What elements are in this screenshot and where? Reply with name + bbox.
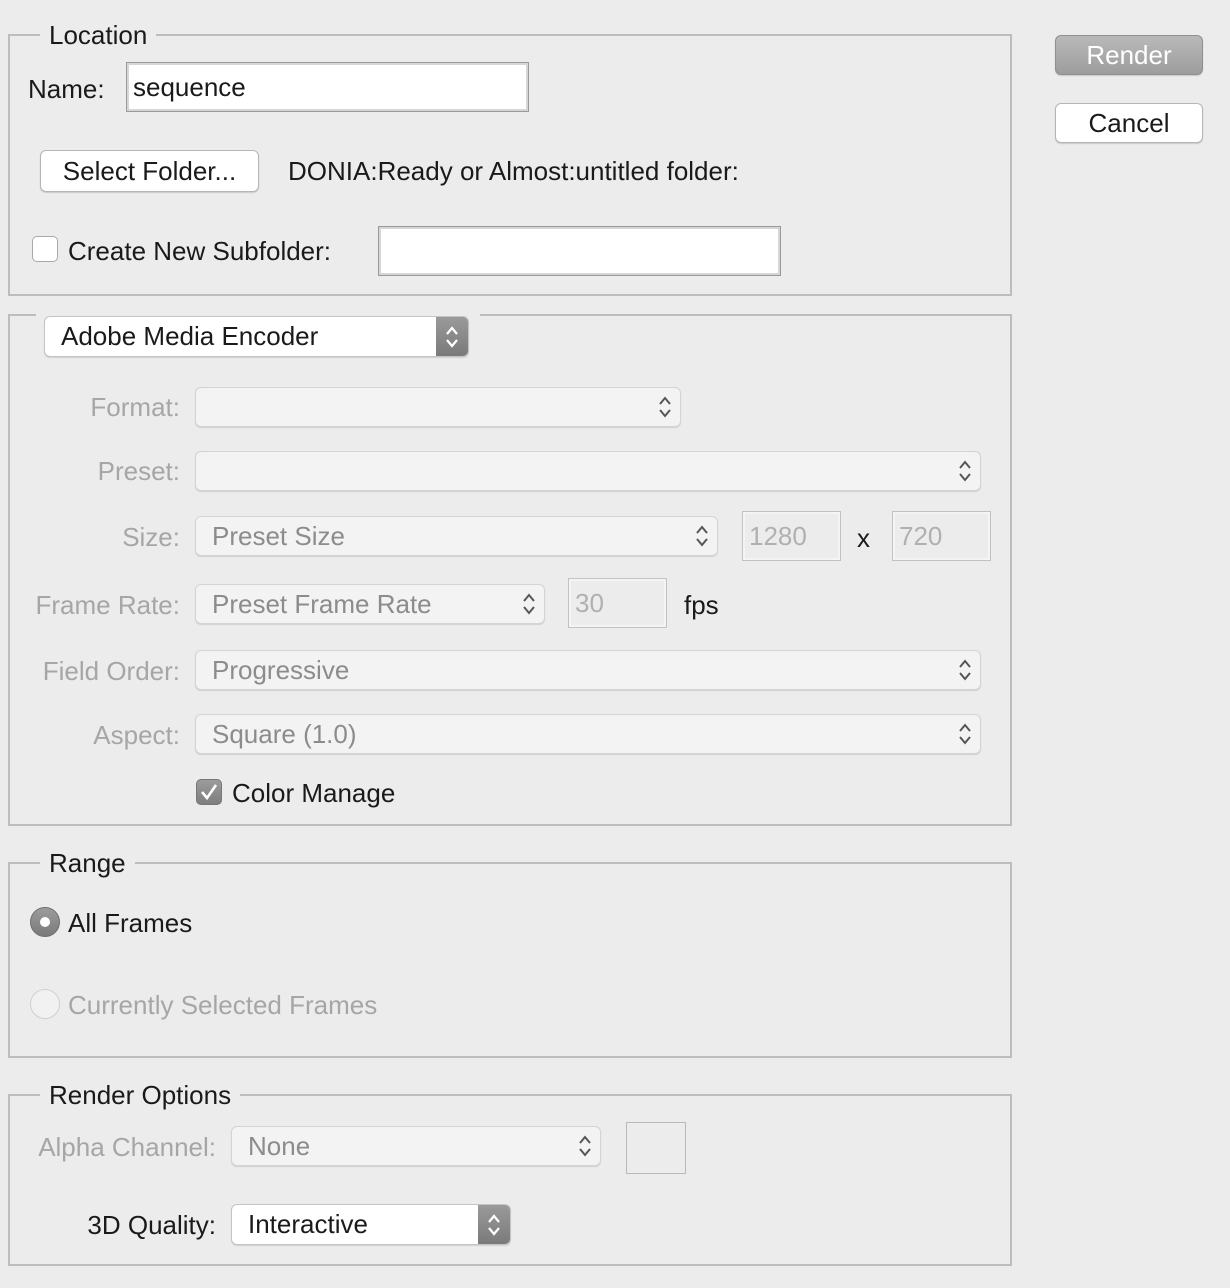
height-input-placeholder: 720 [899, 520, 943, 551]
width-input[interactable]: 1280 [742, 511, 841, 561]
cancel-button[interactable]: Cancel [1055, 103, 1203, 143]
updown-chevron-icon [950, 651, 980, 689]
selected-frames-radio[interactable] [30, 989, 60, 1019]
size-label: Size: [122, 522, 180, 552]
select-folder-label: Select Folder... [62, 155, 237, 186]
alpha-channel-select[interactable]: None [231, 1126, 601, 1166]
updown-chevron-icon [514, 585, 544, 623]
field-order-label: Field Order: [42, 656, 180, 686]
format-select[interactable] [195, 387, 681, 427]
create-subfolder-label: Create New Subfolder: [68, 236, 332, 266]
all-frames-radio[interactable] [30, 907, 60, 937]
range-group [8, 862, 1012, 1058]
fps-input[interactable]: 30 [568, 578, 667, 628]
width-input-placeholder: 1280 [749, 520, 807, 551]
encoder-select[interactable]: Adobe Media Encoder [44, 316, 469, 357]
matte-color-swatch[interactable] [626, 1122, 686, 1174]
render-button[interactable]: Render [1055, 35, 1203, 75]
updown-chevron-icon [950, 452, 980, 490]
location-legend: Location [40, 20, 157, 50]
updown-chevron-icon [436, 317, 468, 356]
encoder-select-value: Adobe Media Encoder [61, 321, 319, 351]
selected-frames-label: Currently Selected Frames [68, 990, 378, 1020]
alpha-channel-select-value: None [248, 1130, 311, 1161]
subfolder-input[interactable] [378, 226, 781, 276]
create-subfolder-checkbox[interactable] [32, 236, 58, 262]
size-select-value: Preset Size [212, 520, 345, 551]
quality-label: 3D Quality: [87, 1210, 216, 1240]
size-x-label: x [857, 523, 870, 553]
updown-chevron-icon [570, 1127, 600, 1165]
all-frames-label: All Frames [68, 908, 193, 938]
height-input[interactable]: 720 [892, 511, 991, 561]
name-label: Name: [28, 74, 105, 104]
fps-label: fps [684, 590, 719, 620]
quality-select[interactable]: Interactive [231, 1204, 511, 1245]
checkmark-icon [201, 784, 218, 801]
alpha-channel-label: Alpha Channel: [38, 1132, 216, 1162]
cancel-button-label: Cancel [1088, 107, 1170, 138]
updown-chevron-icon [950, 715, 980, 753]
updown-chevron-icon [650, 388, 680, 426]
color-manage-label: Color Manage [232, 778, 396, 808]
name-input[interactable]: sequence [126, 62, 529, 112]
preset-label: Preset: [97, 456, 180, 486]
render-button-label: Render [1086, 39, 1172, 70]
preset-select[interactable] [195, 451, 981, 491]
frame-rate-select-value: Preset Frame Rate [212, 588, 432, 619]
format-label: Format: [90, 392, 180, 422]
range-legend: Range [40, 848, 135, 878]
updown-chevron-icon [687, 517, 717, 555]
aspect-label: Aspect: [93, 720, 180, 750]
render-options-legend: Render Options [40, 1080, 241, 1110]
frame-rate-label: Frame Rate: [35, 590, 181, 620]
color-manage-checkbox[interactable] [196, 779, 222, 805]
quality-select-value: Interactive [248, 1209, 368, 1239]
field-order-select[interactable]: Progressive [195, 650, 981, 690]
aspect-select-value: Square (1.0) [212, 718, 357, 749]
field-order-select-value: Progressive [212, 654, 350, 685]
select-folder-button[interactable]: Select Folder... [40, 150, 259, 192]
folder-path: DONIA:Ready or Almost:untitled folder: [288, 156, 739, 186]
fps-input-placeholder: 30 [575, 587, 604, 618]
updown-chevron-icon [478, 1205, 510, 1244]
name-input-value: sequence [133, 71, 246, 102]
aspect-select[interactable]: Square (1.0) [195, 714, 981, 754]
frame-rate-select[interactable]: Preset Frame Rate [195, 584, 545, 624]
size-select[interactable]: Preset Size [195, 516, 718, 556]
